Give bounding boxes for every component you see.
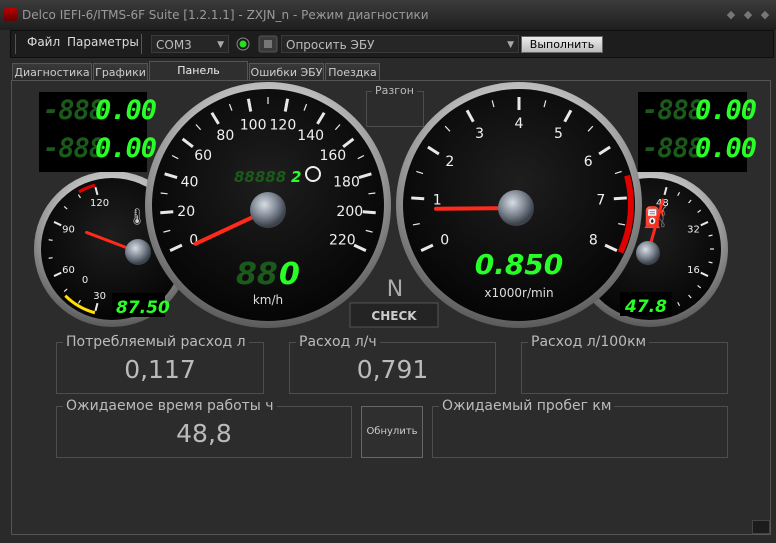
gauge-tick-label: 0 [82, 275, 88, 286]
left-lcd-row2: 0.00 [95, 133, 157, 164]
gauge-tick [48, 257, 53, 259]
gauge-tick [411, 196, 425, 201]
gauge-tick-label: 2 [445, 154, 454, 170]
odometer-dim: 88888 [234, 168, 286, 186]
gauge-tick-label: 40 [181, 174, 199, 190]
right-lcd-row1: 0.00 [695, 95, 757, 126]
gauge-tick-label: 30 [93, 291, 106, 302]
speed-digital: 0 [279, 257, 300, 292]
gauge-tick-label: 120 [90, 198, 109, 209]
gauge-tick-label: 7 [596, 193, 605, 209]
gauge-tick-label: 200 [336, 204, 363, 220]
gauge-tick [708, 261, 713, 264]
odometer-value: 2 [291, 168, 301, 186]
speed-unit: km/h [253, 293, 283, 307]
fuel-hub [636, 241, 660, 265]
gauge-tick-label: 140 [297, 128, 324, 144]
resize-grip[interactable] [752, 520, 770, 534]
right-lcd-row2: 0.00 [695, 133, 757, 164]
gauge-tick-label: 220 [329, 233, 356, 249]
coolant-temp-icon: 🌡 [127, 207, 147, 226]
gauge-tick-label: 0 [440, 233, 449, 249]
rpm-digital: 0.850 [475, 248, 564, 281]
gauge-tick-label: 20 [177, 204, 195, 220]
gauge-tick-label: 90 [62, 224, 75, 235]
gauge-tick-label: 120 [270, 117, 297, 133]
speed-dim: 88 [236, 257, 278, 292]
gauge-tick-label: 4 [515, 116, 524, 132]
rpm-unit: x1000r/min [484, 286, 553, 300]
tachometer: 0 1 2 3 4 5 6 7 8 x1000r/min 0.850 [396, 82, 642, 328]
temp-reading: 87.50 [116, 298, 170, 318]
gauge-tick-label: 80 [216, 128, 234, 144]
gauge-tick-label: 16 [687, 265, 700, 276]
speedometer: 020406080100 120140160180200220 km/h 8888… [145, 82, 391, 328]
gauge-tick-label: 0 [189, 233, 198, 249]
gauge-tick [48, 239, 53, 241]
gauge-tick-label: 8 [589, 233, 598, 249]
gauge-tick-label: 3 [475, 126, 484, 142]
gauge-tick-label: 160 [319, 148, 346, 164]
right-lcd-display: -888 0.00 -888 0.00 [638, 92, 757, 172]
gauge-tick [613, 196, 627, 201]
gauge-tick-label: 32 [687, 224, 700, 235]
gauge-tick [368, 192, 376, 195]
fuel-reading: 47.8 [624, 297, 667, 317]
instrument-cluster: 3060901200 🌡 87.50 0163248 ⛽ 47.8 020406… [34, 82, 728, 328]
right-lcd-row2-dim: -888 [642, 133, 704, 164]
left-lcd-row1: 0.00 [95, 95, 157, 126]
gauge-tick [708, 234, 713, 237]
left-lcd-display: -888 0.00 -888 0.00 [39, 92, 157, 172]
gauge-tick-label: 5 [554, 126, 563, 142]
gauge-tick-label: 60 [194, 148, 212, 164]
gauge-tick-label: 1 [433, 193, 442, 209]
tachometer-hub [498, 190, 534, 226]
gauge-tick-label: 100 [240, 117, 267, 133]
temp-hub [125, 239, 151, 265]
gauge-tick [362, 210, 376, 215]
gauge-tick-label: 60 [62, 265, 75, 276]
speedometer-hub [250, 192, 286, 228]
gauge-tick-label: 6 [584, 154, 593, 170]
gauge-tick [160, 210, 174, 215]
gauge-tick [160, 192, 168, 195]
gauge-tick-label: 180 [333, 174, 360, 190]
right-lcd-row1-dim: -888 [642, 95, 704, 126]
gear-indicator: N [387, 277, 403, 302]
check-engine-label: CHECK [371, 309, 417, 323]
